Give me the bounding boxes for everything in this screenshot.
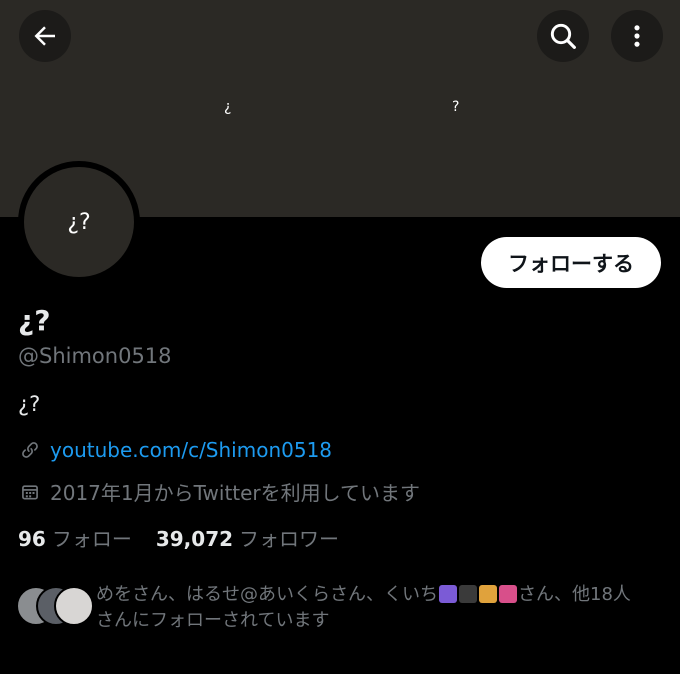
user-handle: @Shimon0518 <box>18 344 172 368</box>
link-icon <box>20 440 40 460</box>
banner-text-right: ? <box>452 99 460 115</box>
back-button[interactable] <box>19 10 71 62</box>
profile-website-link[interactable]: youtube.com/c/Shimon0518 <box>50 438 332 462</box>
followers-label: フォロワー <box>239 527 340 551</box>
known-followers-text: めをさん、はるせ@あいくらさん、くいち さん、他18人 さんにフォローされています <box>96 584 631 631</box>
follow-stats: 96 フォロー 39,072 フォロワー <box>18 523 363 552</box>
more-vertical-icon <box>634 25 640 47</box>
following-stat[interactable]: 96 フォロー <box>18 523 132 552</box>
avatar-image: ¿? <box>24 167 134 277</box>
profile-bio: ¿? <box>18 392 41 416</box>
search-icon <box>550 23 576 49</box>
following-count: 96 <box>18 527 46 551</box>
profile-avatar[interactable]: ¿? <box>18 161 140 283</box>
follow-button[interactable]: フォローする <box>481 237 661 288</box>
cross-emoji-icon <box>439 585 457 603</box>
follower-avatar <box>54 586 94 626</box>
avatar-text: ¿? <box>67 209 91 235</box>
display-name: ¿? <box>18 304 51 337</box>
calendar-icon <box>20 482 40 502</box>
banner-text-left: ¿ <box>224 99 232 115</box>
arrow-left-icon <box>34 26 55 46</box>
joined-date-row: 2017年1月からTwitterを利用しています <box>20 477 420 506</box>
joined-date: 2017年1月からTwitterを利用しています <box>50 481 421 505</box>
profile-link-row: youtube.com/c/Shimon0518 <box>20 438 332 462</box>
person-emoji-icon <box>479 585 497 603</box>
masks-emoji-icon <box>499 585 517 603</box>
following-label: フォロー <box>51 527 132 551</box>
followers-stat[interactable]: 39,072 フォロワー <box>156 523 339 552</box>
known-follower-avatars <box>16 586 94 626</box>
known-followers[interactable]: めをさん、はるせ@あいくらさん、くいち さん、他18人 さんにフォローされています <box>16 584 666 634</box>
search-button[interactable] <box>537 10 589 62</box>
followers-count: 39,072 <box>155 527 234 551</box>
swords-emoji-icon <box>459 585 477 603</box>
more-options-button[interactable] <box>611 10 663 62</box>
